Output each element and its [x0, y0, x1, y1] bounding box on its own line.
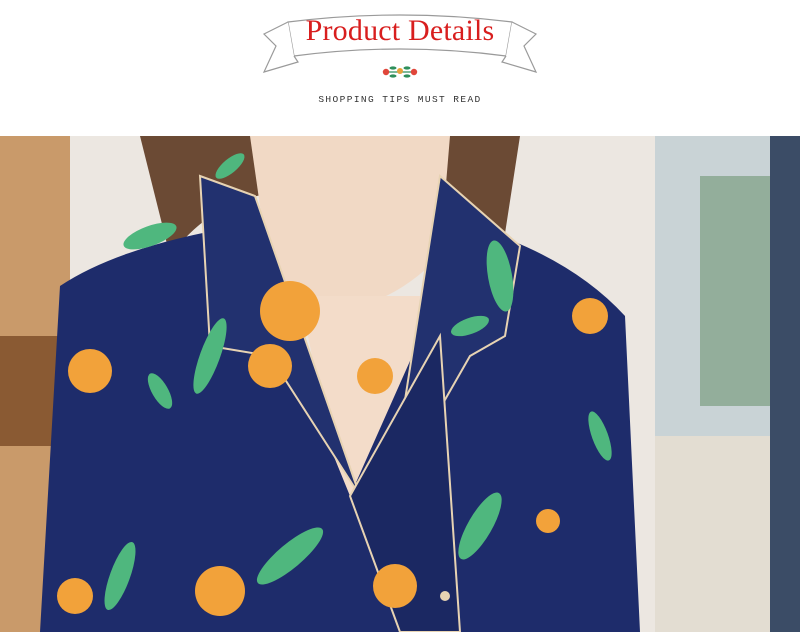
details-header: Product Details SHOPPING TIPS MUST READ	[0, 0, 800, 136]
page-title: Product Details	[305, 14, 495, 47]
flower-ornament-icon	[382, 66, 418, 78]
page-subtitle: SHOPPING TIPS MUST READ	[318, 94, 482, 105]
product-photo	[0, 136, 800, 632]
